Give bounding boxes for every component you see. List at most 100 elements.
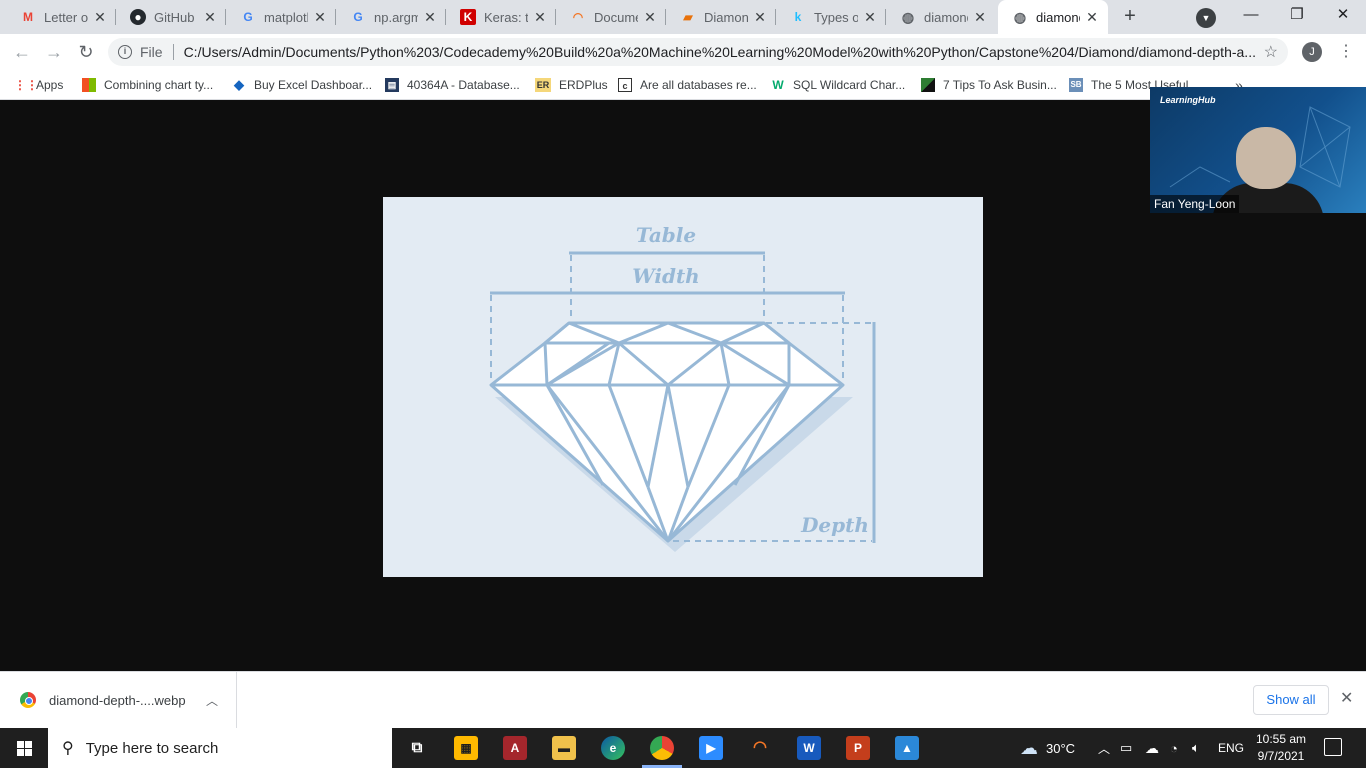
- diamond-diagram: Table Width Depth: [489, 223, 876, 552]
- google-icon: G: [243, 10, 253, 24]
- tab-title: Letter of: [44, 9, 88, 25]
- battery-icon[interactable]: ▭: [1120, 728, 1132, 768]
- taskbar-search-placeholder: Type here to search: [85, 739, 219, 757]
- book-icon: ▰: [683, 10, 693, 24]
- bookmark-apps[interactable]: ⋮⋮ Apps: [14, 75, 63, 95]
- clock-date: 9/7/2021: [1257, 749, 1305, 763]
- bookmark-7-tips[interactable]: 7 Tips To Ask Busin...: [921, 75, 1057, 95]
- tab-letter[interactable]: M Letter of ✕: [6, 0, 116, 34]
- onedrive-icon[interactable]: ☁: [1145, 728, 1159, 768]
- close-icon[interactable]: ✕: [752, 9, 768, 26]
- tab-diamond-active[interactable]: ◍ diamond ✕: [998, 0, 1108, 34]
- tab-title: Types of: [814, 9, 858, 25]
- close-icon[interactable]: ✕: [1084, 9, 1100, 26]
- tab-types[interactable]: k Types of ✕: [776, 0, 886, 34]
- close-icon[interactable]: ✕: [92, 9, 108, 26]
- info-icon[interactable]: i: [118, 45, 132, 59]
- chrome-icon[interactable]: [650, 736, 674, 760]
- access-icon[interactable]: A: [503, 736, 527, 760]
- bookmark-label: Are all databases re...: [640, 78, 757, 92]
- start-button[interactable]: [0, 728, 48, 768]
- profile-avatar[interactable]: J: [1302, 42, 1322, 62]
- bookmark-star-icon[interactable]: ☆: [1264, 42, 1278, 62]
- store-icon[interactable]: ▦: [454, 736, 478, 760]
- download-item[interactable]: diamond-depth-....webp ︿: [0, 672, 237, 728]
- bookmark-label: Buy Excel Dashboar...: [254, 78, 373, 92]
- task-view-icon[interactable]: ⧉: [405, 736, 429, 760]
- close-icon[interactable]: ✕: [202, 9, 218, 26]
- terminal-icon: c: [618, 78, 632, 92]
- close-icon[interactable]: ✕: [642, 9, 658, 26]
- url-text[interactable]: C:/Users/Admin/Documents/Python%203/Code…: [184, 44, 1256, 60]
- database-icon: ▤: [385, 78, 399, 92]
- jupyter-taskbar-icon[interactable]: ◠: [748, 736, 772, 760]
- globe-icon: ◍: [901, 8, 915, 25]
- language-indicator[interactable]: ENG: [1218, 728, 1244, 768]
- google-icon: G: [353, 10, 363, 24]
- close-icon[interactable]: ✕: [312, 9, 328, 26]
- depth-label: Depth: [800, 513, 869, 537]
- square-icon: [921, 78, 935, 92]
- tab-keras[interactable]: K Keras: th ✕: [446, 0, 556, 34]
- bookmark-erdplus[interactable]: ER ERDPlus: [535, 75, 608, 95]
- tab-github[interactable]: ● GitHub - ✕: [116, 0, 226, 34]
- bookmark-excel-dashboard[interactable]: ◆ Buy Excel Dashboar...: [232, 75, 372, 95]
- notification-center-icon[interactable]: [1324, 738, 1342, 756]
- show-hidden-icons[interactable]: ︿: [1098, 728, 1110, 768]
- bookmark-databases[interactable]: c Are all databases re...: [618, 75, 757, 95]
- tab-argmax[interactable]: G np.argm ✕: [336, 0, 446, 34]
- photos-icon[interactable]: ▲: [895, 736, 919, 760]
- file-explorer-icon[interactable]: ▬: [552, 736, 576, 760]
- more-menu-icon[interactable]: ⋮: [1338, 40, 1354, 64]
- powerpoint-icon[interactable]: P: [846, 736, 870, 760]
- tab-title: Diamond: [704, 9, 748, 25]
- search-icon: ⚲: [62, 740, 74, 757]
- downloads-bar: diamond-depth-....webp ︿ Show all ✕: [0, 671, 1366, 728]
- close-icon[interactable]: ✕: [862, 9, 878, 26]
- close-icon[interactable]: ✕: [972, 9, 988, 26]
- edge-icon[interactable]: e: [601, 736, 625, 760]
- keras-icon: K: [460, 9, 476, 25]
- bookmark-combining-chart[interactable]: Combining chart ty...: [82, 75, 213, 95]
- tab-diamond-book[interactable]: ▰ Diamond ✕: [666, 0, 776, 34]
- close-icon[interactable]: ✕: [422, 9, 438, 26]
- weather-temperature: 30°C: [1046, 740, 1076, 756]
- weather-widget[interactable]: ☁ 30°C: [1020, 728, 1075, 768]
- restore-icon[interactable]: ❐: [1274, 0, 1320, 30]
- show-all-button[interactable]: Show all: [1253, 685, 1329, 715]
- word-icon[interactable]: W: [797, 736, 821, 760]
- taskbar-search-box[interactable]: ⚲ Type here to search: [48, 728, 392, 768]
- wifi-icon[interactable]: ◔: [1170, 728, 1178, 768]
- diamond-diagram-image: Table Width Depth: [383, 197, 983, 577]
- minimize-icon[interactable]: —: [1228, 0, 1274, 30]
- back-arrow-icon[interactable]: ←: [10, 40, 34, 64]
- new-tab-button[interactable]: +: [1118, 5, 1142, 29]
- bookmark-sql-wildcard[interactable]: W SQL Wildcard Char...: [771, 75, 905, 95]
- learninghub-logo: LearningHub: [1160, 95, 1216, 105]
- tab-title: Keras: th: [484, 9, 528, 25]
- download-file-name: diamond-depth-....webp: [49, 692, 186, 708]
- bookmark-label: Apps: [36, 78, 64, 92]
- tab-matplotlib[interactable]: G matplotl ✕: [226, 0, 336, 34]
- width-label: Width: [632, 264, 699, 288]
- tab-search-icon[interactable]: ▼: [1196, 8, 1216, 28]
- bookmark-label: Combining chart ty...: [104, 78, 214, 92]
- tab-title: Docume: [594, 9, 638, 25]
- video-call-thumbnail[interactable]: LearningHub Fan Yeng-Loon: [1150, 87, 1366, 213]
- address-bar[interactable]: i File C:/Users/Admin/Documents/Python%2…: [108, 38, 1288, 66]
- zoom-icon[interactable]: ▶: [699, 736, 723, 760]
- tab-title: np.argm: [374, 9, 418, 25]
- tab-diamond-1[interactable]: ◍ diamond ✕: [886, 0, 996, 34]
- close-icon[interactable]: ✕: [532, 9, 548, 26]
- system-clock[interactable]: 10:55 am 9/7/2021: [1248, 731, 1314, 765]
- bookmark-label: ERDPlus: [559, 78, 608, 92]
- volume-icon[interactable]: 🔈︎: [1192, 728, 1200, 768]
- reload-icon[interactable]: ↻: [74, 40, 98, 64]
- close-downloads-icon[interactable]: ✕: [1340, 688, 1353, 708]
- chevron-up-icon[interactable]: ︿: [206, 692, 218, 709]
- tab-document[interactable]: ◠ Docume ✕: [556, 0, 666, 34]
- bookmark-database[interactable]: ▤ 40364A - Database...: [385, 75, 520, 95]
- window-close-icon[interactable]: ✕: [1320, 0, 1366, 30]
- browser-toolbar: ← → ↻ i File C:/Users/Admin/Documents/Py…: [0, 34, 1366, 70]
- forward-arrow-icon[interactable]: →: [42, 40, 66, 64]
